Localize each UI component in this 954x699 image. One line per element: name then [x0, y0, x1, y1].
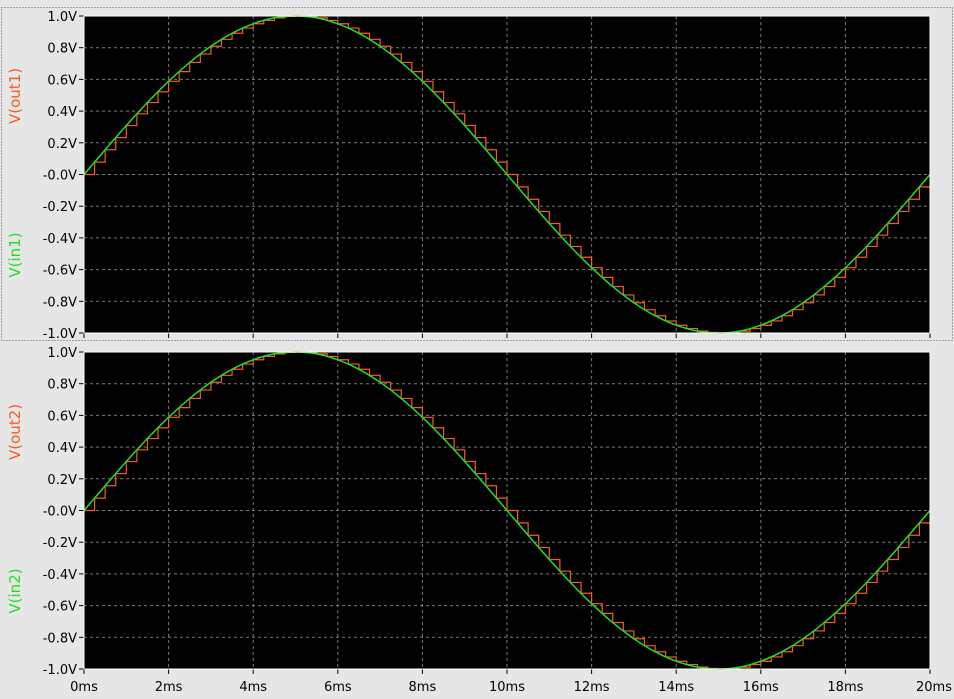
trace-label[interactable]: V(out2)	[6, 404, 24, 460]
x-tick-label: 0ms	[70, 680, 98, 695]
y-tick-label: -0.6V	[43, 600, 77, 615]
y-tick-label: -0.0V	[43, 505, 77, 520]
x-tick-label: 16ms	[743, 680, 779, 695]
y-tick-label: 0.8V	[47, 378, 77, 393]
x-tick-label: 12ms	[574, 680, 610, 695]
x-tick-label: 14ms	[658, 680, 694, 695]
plot-panel-bottom: 1.0V 0.8V 0.6V 0.4V 0.2V -0.0V -0.2V -0.4V -0.6V…	[6, 346, 952, 695]
y-tick-label: 0.2V	[47, 137, 77, 152]
trace-label[interactable]: V(in1)	[6, 232, 24, 277]
y-tick-label: -0.8V	[43, 295, 77, 310]
y-tick-label: -0.6V	[43, 264, 77, 279]
y-tick-label: 0.8V	[47, 42, 77, 57]
x-tick-label: 20ms	[916, 680, 952, 695]
x-tick-label: 6ms	[324, 680, 352, 695]
y-tick-label: -0.4V	[43, 568, 77, 583]
y-tick-label: -1.0V	[43, 327, 77, 342]
y-tick-label: 0.4V	[47, 105, 77, 120]
y-tick-label: 0.4V	[47, 441, 77, 456]
y-tick-label: -0.2V	[43, 536, 77, 551]
trace-label[interactable]: V(in2)	[6, 568, 24, 613]
y-tick-label: 0.6V	[47, 73, 77, 88]
y-tick-label: -0.8V	[43, 631, 77, 646]
plot-panel-top: 1.0V 0.8V 0.6V 0.4V 0.2V -0.0V -0.2V -0.4V -0.6V…	[6, 10, 931, 342]
y-tick-label: -0.0V	[43, 169, 77, 184]
waveform-viewer: 1.0V 0.8V 0.6V 0.4V 0.2V -0.0V -0.2V -0.4V -0.6V…	[0, 0, 954, 699]
y-tick-label: 1.0V	[47, 10, 77, 25]
x-tick-label: 10ms	[489, 680, 525, 695]
y-tick-label: 0.6V	[47, 409, 77, 424]
y-tick-label: 1.0V	[47, 346, 77, 361]
y-tick-label: -0.2V	[43, 200, 77, 215]
y-tick-label: -0.4V	[43, 232, 77, 247]
x-tick-label: 18ms	[827, 680, 863, 695]
x-tick-label: 8ms	[409, 680, 437, 695]
x-tick-label: 2ms	[155, 680, 183, 695]
trace-label[interactable]: V(out1)	[6, 68, 24, 124]
y-tick-label: -1.0V	[43, 663, 77, 678]
y-tick-label: 0.2V	[47, 473, 77, 488]
x-tick-label: 4ms	[239, 680, 267, 695]
